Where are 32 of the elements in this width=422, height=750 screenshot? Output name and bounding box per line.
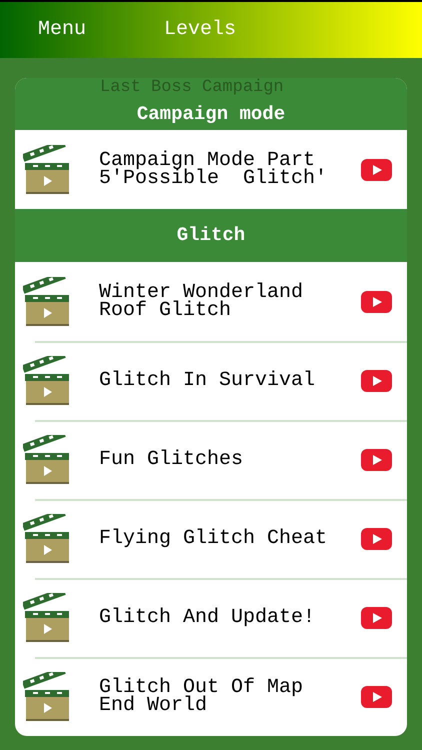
row-title: Glitch In Survival [99, 372, 316, 390]
row-title: Glitch And Update! [99, 608, 316, 626]
list-row[interactable]: Glitch In Survival [15, 341, 407, 420]
clapperboard-icon [23, 144, 69, 194]
row-title: Glitch Out Of Map End World [99, 678, 304, 714]
row-title: Fun Glitches [99, 450, 244, 468]
play-video-icon[interactable] [361, 158, 392, 180]
row-title: Campaign Mode Part 5'Possible Glitch' [99, 152, 328, 188]
clapperboard-icon [23, 514, 69, 564]
clapperboard-icon [23, 672, 69, 722]
play-video-icon[interactable] [361, 448, 392, 470]
play-video-icon[interactable] [361, 290, 392, 312]
clapperboard-icon [23, 356, 69, 406]
row-title: Flying Glitch Cheat [99, 530, 328, 548]
list-row[interactable]: Glitch And Update! [15, 578, 407, 657]
list-row[interactable]: Flying Glitch Cheat [15, 499, 407, 578]
list-row[interactable]: Fun Glitches [15, 420, 407, 499]
clapperboard-icon [23, 276, 69, 326]
menu-button[interactable]: Menu [38, 15, 86, 45]
section-title: Glitch [176, 223, 246, 248]
list-row[interactable]: Winter Wonderland Roof Glitch [15, 262, 407, 341]
row-title: Winter Wonderland Roof Glitch [99, 284, 304, 320]
list-row[interactable]: Campaign Mode Part 5'Possible Glitch' [15, 130, 407, 209]
list-row[interactable]: Glitch Out Of Map End World [15, 657, 407, 736]
page-title: Levels [164, 17, 236, 43]
play-video-icon[interactable] [361, 370, 392, 392]
play-video-icon[interactable] [361, 528, 392, 550]
play-video-icon[interactable] [361, 606, 392, 628]
clapperboard-icon [23, 592, 69, 642]
play-video-icon[interactable] [361, 686, 392, 708]
clapperboard-icon [23, 434, 69, 484]
section-title: Campaign mode [136, 102, 286, 127]
